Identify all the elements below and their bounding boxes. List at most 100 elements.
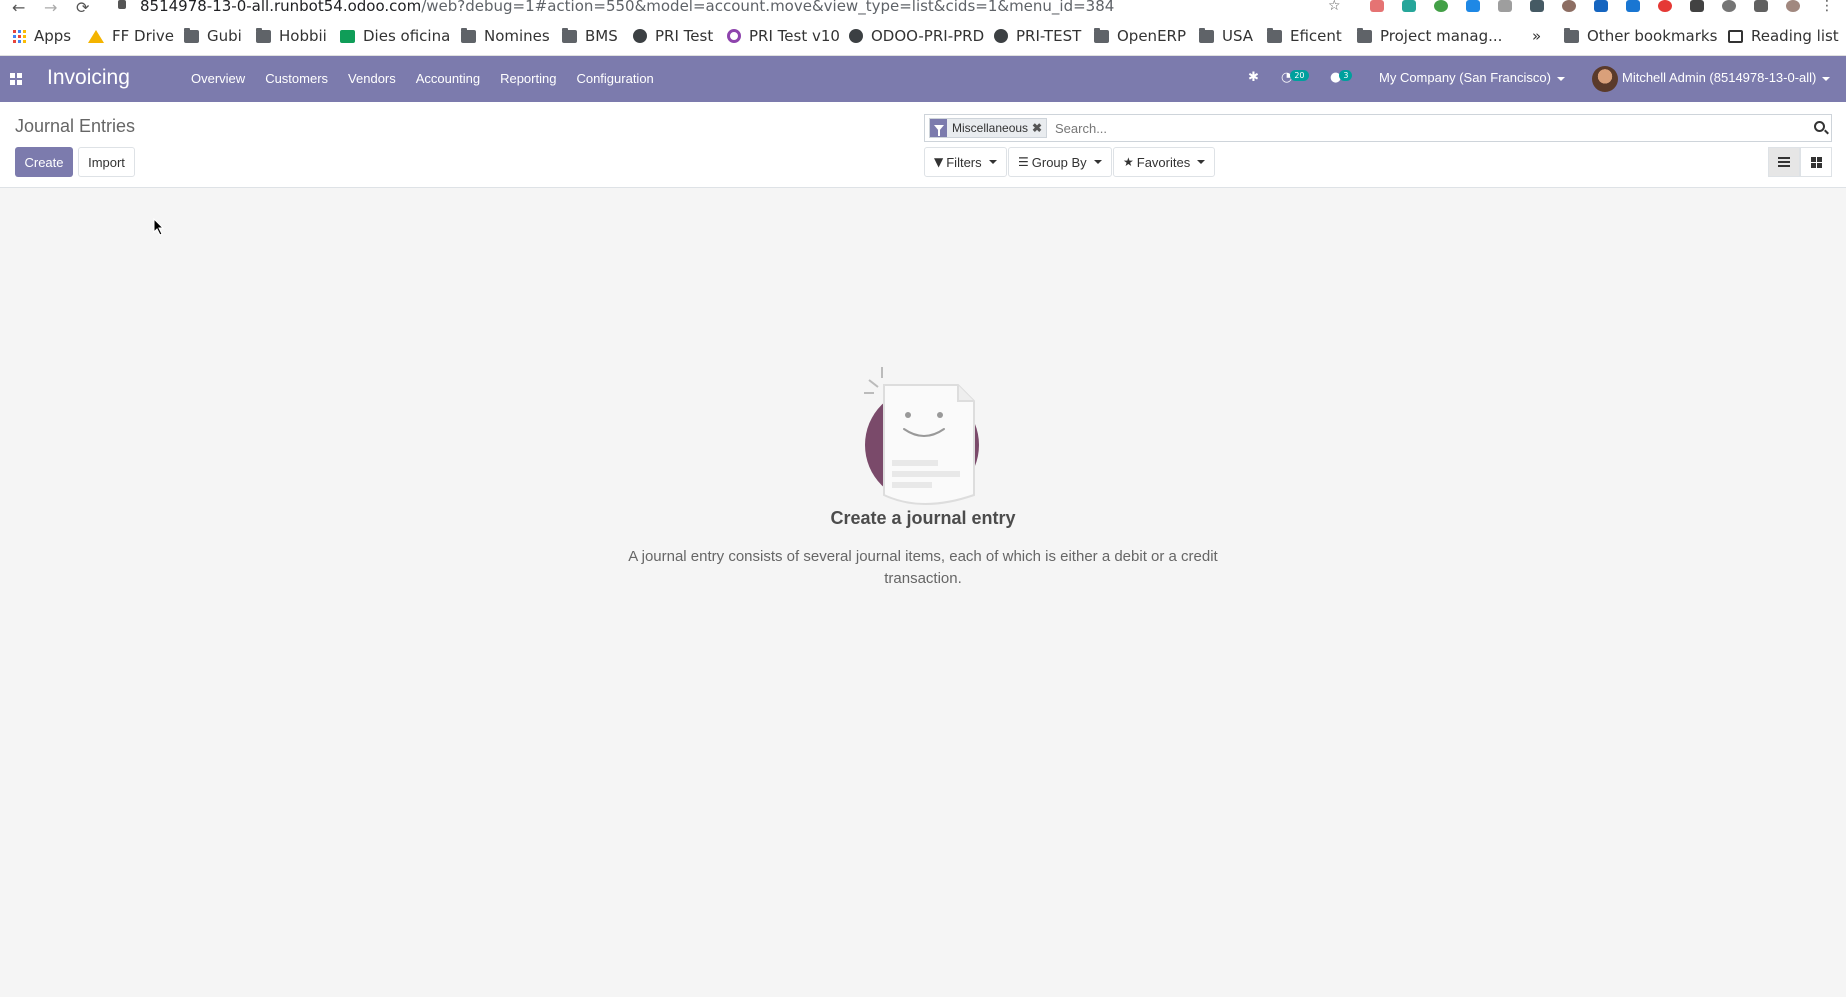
bookmark-pri-test-v10[interactable]: PRI Test v10 — [727, 27, 840, 45]
menu-customers[interactable]: Customers — [265, 71, 328, 86]
extension-icon[interactable] — [1498, 0, 1512, 12]
messages-count-badge: 3 — [1339, 70, 1353, 81]
puzzle-icon[interactable] — [1754, 0, 1768, 12]
chevron-down-icon — [988, 160, 997, 164]
activity-button[interactable]: ◔ 20 — [1281, 70, 1309, 85]
activity-count-badge: 20 — [1290, 70, 1309, 81]
bookmark-ff-drive[interactable]: FF Drive — [88, 27, 174, 45]
bookmark-gubi[interactable]: Gubi — [184, 27, 242, 45]
filter-icon: ▼ — [934, 155, 944, 169]
bookmark-dies-oficina[interactable]: Dies oficina — [340, 27, 450, 45]
reading-list-icon — [1728, 29, 1743, 43]
back-arrow-icon[interactable]: ← — [12, 0, 25, 17]
extension-icon[interactable] — [1530, 0, 1544, 12]
profile-avatar-icon[interactable] — [1786, 0, 1800, 12]
extension-icon[interactable] — [1434, 0, 1448, 12]
lock-icon — [118, 0, 126, 9]
menu-vendors[interactable]: Vendors — [348, 71, 396, 86]
globe-icon — [994, 29, 1008, 43]
bookmark-star-icon[interactable]: ☆ — [1328, 0, 1341, 14]
main-navbar: Invoicing Overview Customers Vendors Acc… — [0, 56, 1846, 102]
folder-icon — [1564, 27, 1579, 43]
bookmark-usa[interactable]: USA — [1199, 27, 1253, 45]
bookmark-project-manag[interactable]: Project manag... — [1357, 27, 1502, 45]
app-title[interactable]: Invoicing — [47, 66, 130, 90]
bookmarks-overflow-button[interactable]: » — [1532, 27, 1541, 45]
search-icon[interactable] — [1814, 121, 1825, 132]
facet-label: Miscellaneous — [952, 121, 1029, 135]
filters-dropdown[interactable]: ▼ Filters — [924, 147, 1007, 177]
mouse-cursor-icon — [153, 218, 165, 236]
empty-document-illustration — [864, 367, 979, 505]
menu-overview[interactable]: Overview — [191, 71, 245, 86]
bookmark-hobbii[interactable]: Hobbii — [256, 27, 327, 45]
extension-icon[interactable] — [1722, 0, 1736, 12]
company-switcher[interactable]: My Company (San Francisco) — [1379, 70, 1565, 85]
groupby-dropdown[interactable]: ☰ Group By — [1008, 147, 1112, 177]
browser-address-bar: ← → ⟳ 8514978-13-0-all.runbot54.odoo.com… — [0, 0, 1846, 17]
list-view-button[interactable] — [1768, 147, 1800, 177]
extension-icon[interactable] — [1626, 0, 1640, 12]
user-menu[interactable]: Mitchell Admin (8514978-13-0-all) — [1622, 70, 1831, 85]
top-menu: Overview Customers Vendors Accounting Re… — [191, 71, 674, 86]
chevron-down-icon — [1556, 76, 1565, 81]
bookmark-bms[interactable]: BMS — [562, 27, 618, 45]
bookmark-nomines[interactable]: Nomines — [461, 27, 550, 45]
bars-icon: ☰ — [1018, 155, 1029, 169]
folder-icon — [562, 27, 577, 43]
menu-configuration[interactable]: Configuration — [576, 71, 653, 86]
bookmark-reading-list[interactable]: Reading list — [1728, 27, 1839, 45]
bookmark-odoo-pri-prd[interactable]: ODOO-PRI-PRD — [849, 27, 984, 45]
create-button[interactable]: Create — [15, 147, 73, 177]
bookmark-pri-test-2[interactable]: PRI-TEST — [994, 27, 1081, 45]
breadcrumb: Journal Entries — [15, 116, 136, 136]
apps-grid-icon — [13, 29, 26, 43]
bookmark-other-bookmarks[interactable]: Other bookmarks — [1564, 27, 1717, 45]
bookmark-openerp[interactable]: OpenERP — [1094, 27, 1186, 45]
extension-icon[interactable] — [1370, 0, 1384, 12]
kanban-grid-icon — [1810, 156, 1822, 168]
apps-menu-icon[interactable] — [10, 73, 22, 85]
extension-icon[interactable] — [1562, 0, 1576, 12]
globe-icon — [849, 29, 863, 43]
favorites-dropdown[interactable]: ★ Favorites — [1113, 147, 1216, 177]
kanban-view-button[interactable] — [1800, 147, 1832, 177]
user-avatar[interactable] — [1592, 66, 1618, 92]
bookmark-pri-test[interactable]: PRI Test — [633, 27, 713, 45]
folder-icon — [1357, 27, 1372, 43]
reload-icon[interactable]: ⟳ — [76, 0, 89, 17]
menu-reporting[interactable]: Reporting — [500, 71, 556, 86]
bookmark-eficent[interactable]: Eficent — [1267, 27, 1342, 45]
search-bar[interactable]: Miscellaneous ✖ — [924, 114, 1832, 142]
google-drive-icon — [88, 29, 104, 43]
url-text[interactable]: 8514978-13-0-all.runbot54.odoo.com/web?d… — [140, 0, 1114, 15]
extension-icon[interactable] — [1466, 0, 1480, 12]
search-input[interactable] — [1055, 118, 1775, 138]
menu-accounting[interactable]: Accounting — [416, 71, 480, 86]
extension-icon[interactable] — [1690, 0, 1704, 12]
filter-icon — [930, 119, 947, 137]
folder-icon — [461, 27, 476, 43]
remove-facet-icon[interactable]: ✖ — [1032, 121, 1046, 135]
chevron-down-icon — [1197, 160, 1206, 164]
kebab-menu-icon[interactable]: ⋮ — [1820, 0, 1834, 14]
forward-arrow-icon[interactable]: → — [44, 0, 57, 17]
folder-icon — [256, 27, 271, 43]
list-icon — [1778, 157, 1790, 167]
control-panel: Journal Entries Create Import Miscellane… — [0, 102, 1846, 188]
star-icon: ★ — [1123, 155, 1134, 169]
folder-icon — [184, 27, 199, 43]
import-button[interactable]: Import — [78, 147, 135, 177]
extension-icon[interactable] — [1658, 0, 1672, 12]
empty-state-description: A journal entry consists of several jour… — [628, 548, 1218, 587]
empty-state-title: Create a journal entry — [830, 508, 1016, 528]
messages-button[interactable]: ● 3 — [1330, 70, 1353, 85]
bookmarks-bar: Apps FF Drive Gubi Hobbii Dies oficina N… — [0, 17, 1846, 56]
debug-bug-icon[interactable]: ✱ — [1248, 70, 1259, 85]
extension-icon[interactable] — [1402, 0, 1416, 12]
view-switcher — [1768, 147, 1832, 177]
bookmark-apps[interactable]: Apps — [13, 27, 71, 45]
extension-icon[interactable] — [1594, 0, 1608, 12]
folder-icon — [1199, 27, 1214, 43]
sheets-icon — [340, 29, 355, 43]
